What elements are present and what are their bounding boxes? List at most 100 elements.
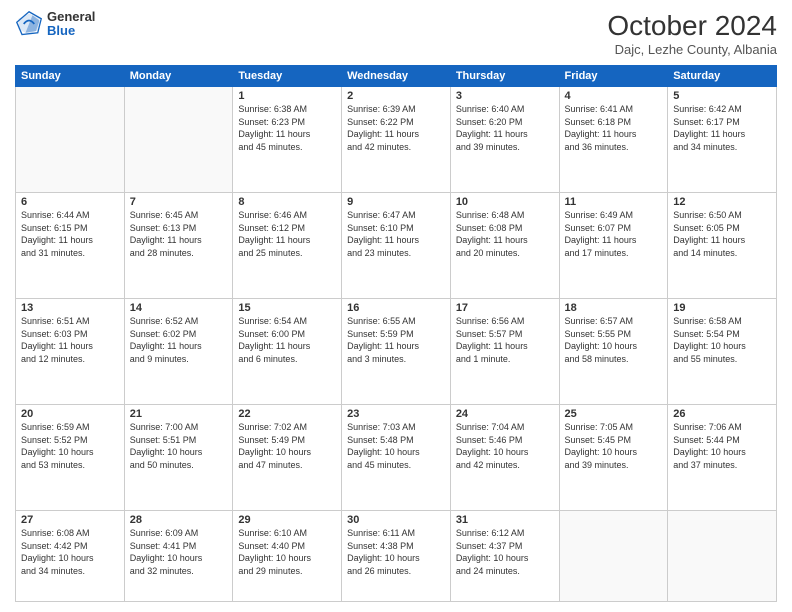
day-info: Sunrise: 7:03 AM Sunset: 5:48 PM Dayligh…	[347, 421, 445, 471]
day-info: Sunrise: 6:47 AM Sunset: 6:10 PM Dayligh…	[347, 209, 445, 259]
logo-text: General Blue	[47, 10, 95, 39]
page: General Blue October 2024 Dajc, Lezhe Co…	[0, 0, 792, 612]
day-number: 1	[238, 90, 336, 102]
table-row: 23Sunrise: 7:03 AM Sunset: 5:48 PM Dayli…	[342, 405, 451, 511]
table-row: 21Sunrise: 7:00 AM Sunset: 5:51 PM Dayli…	[124, 405, 233, 511]
day-number: 16	[347, 302, 445, 314]
day-info: Sunrise: 6:45 AM Sunset: 6:13 PM Dayligh…	[130, 209, 228, 259]
table-row: 24Sunrise: 7:04 AM Sunset: 5:46 PM Dayli…	[450, 405, 559, 511]
table-row: 14Sunrise: 6:52 AM Sunset: 6:02 PM Dayli…	[124, 299, 233, 405]
day-number: 22	[238, 408, 336, 420]
day-number: 23	[347, 408, 445, 420]
table-row: 10Sunrise: 6:48 AM Sunset: 6:08 PM Dayli…	[450, 193, 559, 299]
header-wednesday: Wednesday	[342, 66, 451, 87]
day-number: 8	[238, 196, 336, 208]
day-number: 30	[347, 514, 445, 526]
day-info: Sunrise: 7:02 AM Sunset: 5:49 PM Dayligh…	[238, 421, 336, 471]
month-title: October 2024	[607, 10, 777, 42]
header-saturday: Saturday	[668, 66, 777, 87]
header-tuesday: Tuesday	[233, 66, 342, 87]
logo-blue-text: Blue	[47, 24, 95, 38]
day-info: Sunrise: 6:51 AM Sunset: 6:03 PM Dayligh…	[21, 315, 119, 365]
day-number: 20	[21, 408, 119, 420]
day-number: 27	[21, 514, 119, 526]
day-info: Sunrise: 6:46 AM Sunset: 6:12 PM Dayligh…	[238, 209, 336, 259]
day-info: Sunrise: 6:10 AM Sunset: 4:40 PM Dayligh…	[238, 527, 336, 577]
table-row: 22Sunrise: 7:02 AM Sunset: 5:49 PM Dayli…	[233, 405, 342, 511]
day-info: Sunrise: 6:54 AM Sunset: 6:00 PM Dayligh…	[238, 315, 336, 365]
day-info: Sunrise: 7:04 AM Sunset: 5:46 PM Dayligh…	[456, 421, 554, 471]
day-info: Sunrise: 6:11 AM Sunset: 4:38 PM Dayligh…	[347, 527, 445, 577]
day-info: Sunrise: 6:57 AM Sunset: 5:55 PM Dayligh…	[565, 315, 663, 365]
table-row: 27Sunrise: 6:08 AM Sunset: 4:42 PM Dayli…	[16, 511, 125, 602]
day-info: Sunrise: 6:38 AM Sunset: 6:23 PM Dayligh…	[238, 103, 336, 153]
table-row	[668, 511, 777, 602]
header-thursday: Thursday	[450, 66, 559, 87]
day-info: Sunrise: 6:50 AM Sunset: 6:05 PM Dayligh…	[673, 209, 771, 259]
day-number: 7	[130, 196, 228, 208]
day-info: Sunrise: 6:48 AM Sunset: 6:08 PM Dayligh…	[456, 209, 554, 259]
table-row: 1Sunrise: 6:38 AM Sunset: 6:23 PM Daylig…	[233, 87, 342, 193]
table-row: 9Sunrise: 6:47 AM Sunset: 6:10 PM Daylig…	[342, 193, 451, 299]
day-number: 31	[456, 514, 554, 526]
day-info: Sunrise: 6:40 AM Sunset: 6:20 PM Dayligh…	[456, 103, 554, 153]
day-info: Sunrise: 6:39 AM Sunset: 6:22 PM Dayligh…	[347, 103, 445, 153]
day-number: 9	[347, 196, 445, 208]
table-row: 18Sunrise: 6:57 AM Sunset: 5:55 PM Dayli…	[559, 299, 668, 405]
day-number: 14	[130, 302, 228, 314]
day-info: Sunrise: 6:08 AM Sunset: 4:42 PM Dayligh…	[21, 527, 119, 577]
header-sunday: Sunday	[16, 66, 125, 87]
day-number: 18	[565, 302, 663, 314]
day-number: 5	[673, 90, 771, 102]
header-friday: Friday	[559, 66, 668, 87]
table-row: 13Sunrise: 6:51 AM Sunset: 6:03 PM Dayli…	[16, 299, 125, 405]
day-number: 24	[456, 408, 554, 420]
table-row	[559, 511, 668, 602]
day-number: 10	[456, 196, 554, 208]
header: General Blue October 2024 Dajc, Lezhe Co…	[15, 10, 777, 57]
logo-general-text: General	[47, 10, 95, 24]
day-number: 12	[673, 196, 771, 208]
calendar-table: Sunday Monday Tuesday Wednesday Thursday…	[15, 65, 777, 602]
table-row: 11Sunrise: 6:49 AM Sunset: 6:07 PM Dayli…	[559, 193, 668, 299]
title-block: October 2024 Dajc, Lezhe County, Albania	[607, 10, 777, 57]
logo: General Blue	[15, 10, 95, 39]
calendar-header-row: Sunday Monday Tuesday Wednesday Thursday…	[16, 66, 777, 87]
day-info: Sunrise: 7:05 AM Sunset: 5:45 PM Dayligh…	[565, 421, 663, 471]
table-row: 12Sunrise: 6:50 AM Sunset: 6:05 PM Dayli…	[668, 193, 777, 299]
table-row: 26Sunrise: 7:06 AM Sunset: 5:44 PM Dayli…	[668, 405, 777, 511]
table-row: 30Sunrise: 6:11 AM Sunset: 4:38 PM Dayli…	[342, 511, 451, 602]
generalblue-logo-icon	[15, 10, 43, 38]
day-number: 4	[565, 90, 663, 102]
day-number: 28	[130, 514, 228, 526]
table-row: 5Sunrise: 6:42 AM Sunset: 6:17 PM Daylig…	[668, 87, 777, 193]
day-number: 6	[21, 196, 119, 208]
day-info: Sunrise: 6:44 AM Sunset: 6:15 PM Dayligh…	[21, 209, 119, 259]
table-row: 7Sunrise: 6:45 AM Sunset: 6:13 PM Daylig…	[124, 193, 233, 299]
day-info: Sunrise: 6:56 AM Sunset: 5:57 PM Dayligh…	[456, 315, 554, 365]
table-row: 29Sunrise: 6:10 AM Sunset: 4:40 PM Dayli…	[233, 511, 342, 602]
table-row: 16Sunrise: 6:55 AM Sunset: 5:59 PM Dayli…	[342, 299, 451, 405]
day-number: 26	[673, 408, 771, 420]
location: Dajc, Lezhe County, Albania	[607, 42, 777, 57]
day-number: 2	[347, 90, 445, 102]
table-row: 8Sunrise: 6:46 AM Sunset: 6:12 PM Daylig…	[233, 193, 342, 299]
day-info: Sunrise: 7:00 AM Sunset: 5:51 PM Dayligh…	[130, 421, 228, 471]
table-row	[124, 87, 233, 193]
table-row: 6Sunrise: 6:44 AM Sunset: 6:15 PM Daylig…	[16, 193, 125, 299]
table-row: 4Sunrise: 6:41 AM Sunset: 6:18 PM Daylig…	[559, 87, 668, 193]
day-info: Sunrise: 6:42 AM Sunset: 6:17 PM Dayligh…	[673, 103, 771, 153]
day-info: Sunrise: 6:09 AM Sunset: 4:41 PM Dayligh…	[130, 527, 228, 577]
day-info: Sunrise: 6:49 AM Sunset: 6:07 PM Dayligh…	[565, 209, 663, 259]
table-row: 28Sunrise: 6:09 AM Sunset: 4:41 PM Dayli…	[124, 511, 233, 602]
day-number: 15	[238, 302, 336, 314]
day-number: 3	[456, 90, 554, 102]
day-info: Sunrise: 7:06 AM Sunset: 5:44 PM Dayligh…	[673, 421, 771, 471]
day-number: 17	[456, 302, 554, 314]
day-number: 19	[673, 302, 771, 314]
table-row: 31Sunrise: 6:12 AM Sunset: 4:37 PM Dayli…	[450, 511, 559, 602]
day-info: Sunrise: 6:41 AM Sunset: 6:18 PM Dayligh…	[565, 103, 663, 153]
table-row: 3Sunrise: 6:40 AM Sunset: 6:20 PM Daylig…	[450, 87, 559, 193]
day-info: Sunrise: 6:52 AM Sunset: 6:02 PM Dayligh…	[130, 315, 228, 365]
day-number: 13	[21, 302, 119, 314]
